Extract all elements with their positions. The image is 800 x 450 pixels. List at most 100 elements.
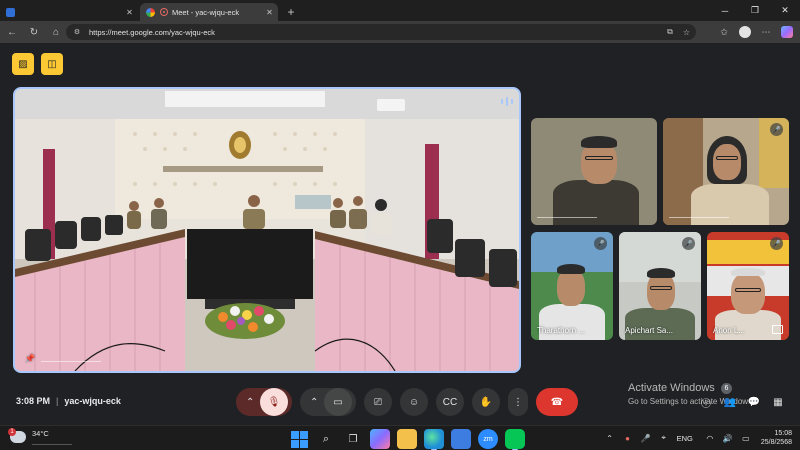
chevron-up-icon[interactable]: ⌃ (603, 429, 617, 447)
cloud-icon: 1 (8, 428, 26, 443)
participant-name: Apichart Sa... (625, 326, 674, 335)
meeting-details-icon[interactable]: ⓘ (696, 394, 716, 410)
system-tray: ⌃ ● 🎤 ⌖ ENG ◠ 🔊 ▭ 15:08 25/8/2568 (599, 429, 792, 447)
task-view-icon[interactable]: ❐ (343, 429, 363, 449)
temperature: 34°C (32, 429, 49, 438)
camera-toggle[interactable]: ⌃ ▭ (300, 388, 356, 416)
meeting-info: 3:08 PM | yac-wjqu-eck (16, 396, 121, 406)
wifi-icon[interactable]: ◠ (703, 429, 717, 447)
end-call-icon: ☎ (550, 396, 564, 408)
captions-button[interactable]: CC (436, 388, 464, 416)
emoji-icon: ☺ (408, 396, 420, 408)
edge-browser-icon[interactable] (424, 429, 444, 450)
clock-time: 15:08 (774, 430, 792, 437)
more-menu-icon[interactable]: ⋯ (757, 22, 775, 42)
mic-off-icon[interactable]: 🎙 (260, 388, 288, 416)
activate-title: Activate Windows (628, 382, 715, 394)
maximize-icon[interactable]: ❐ (740, 0, 770, 21)
browser-tab-1[interactable]: ✕ (0, 3, 138, 21)
profile-avatar[interactable] (736, 22, 754, 42)
minimize-icon[interactable]: ─ (710, 0, 740, 21)
call-controls: ⌃ 🎙 ⌃ ▭ ⎚ ☺ CC ✋ ⋮ ☎ (236, 388, 586, 416)
microphone-icon[interactable]: 🎤 (639, 429, 653, 447)
reload-icon[interactable]: ↻ (24, 22, 44, 42)
meet-favicon-icon (146, 7, 155, 17)
mic-toggle[interactable]: ⌃ 🎙 (236, 388, 292, 416)
mic-muted-icon: 🎤 (594, 237, 607, 250)
host-controls-icon[interactable]: ◫ (41, 53, 63, 75)
open-in-app-icon[interactable]: ⧉ (667, 27, 673, 37)
close-tab-icon[interactable]: ✕ (125, 8, 134, 17)
camera-off-icon[interactable]: ▨ (12, 53, 34, 75)
recording-icon (160, 8, 168, 16)
line-app-icon[interactable] (505, 429, 525, 450)
input-language[interactable]: ENG (677, 434, 693, 443)
window-controls: ─ ❐ ✕ (710, 0, 800, 21)
participant-name (537, 211, 597, 220)
meet-control-bar: 3:08 PM | yac-wjqu-eck ⌃ 🎙 ⌃ ▭ ⎚ ☺ CC ✋ ⋮ … (0, 380, 800, 425)
participant-tile[interactable] (531, 118, 657, 225)
mic-muted-icon: 🎤 (682, 237, 695, 250)
favorites-icon[interactable]: ✩ (715, 22, 733, 42)
people-icon[interactable]: 👥 (720, 394, 740, 410)
participant-tile[interactable]: 🎤 (663, 118, 789, 225)
volume-icon[interactable]: 🔊 (721, 429, 735, 447)
site-info-icon[interactable]: ⚙ (72, 27, 82, 37)
close-tab-icon[interactable]: ✕ (265, 8, 274, 17)
activities-icon[interactable]: ▦ (768, 394, 788, 410)
main-video-tile[interactable]: 📌 (13, 87, 521, 373)
raise-hand-button[interactable]: ✋ (472, 388, 500, 416)
copilot-taskbar-icon[interactable] (370, 429, 390, 449)
weather-widget[interactable]: 1 34°C (8, 428, 72, 445)
store-icon[interactable] (451, 429, 471, 449)
hand-icon: ✋ (479, 396, 493, 408)
address-bar[interactable]: ⚙ https://meet.google.com/yac-wjqu-eck ⧉… (66, 24, 696, 40)
browser-tabbar: ✕ Meet - yac-wjqu-eck ✕ + ─ ❐ ✕ (0, 0, 800, 21)
emoji-reactions-button[interactable]: ☺ (400, 388, 428, 416)
back-arrow-icon[interactable]: ← (2, 22, 22, 42)
side-panel-controls: ⓘ 👥 💬 ▦ (692, 394, 788, 410)
windows-start-icon[interactable] (289, 429, 309, 449)
participant-tile[interactable]: 🎤 Tharathorn ... (531, 232, 613, 340)
bookmark-star-icon[interactable]: ☆ (683, 28, 690, 37)
toolbar-right: ✩ ⋯ (712, 22, 796, 42)
self-view-icon[interactable] (772, 325, 783, 334)
windows-taskbar: 1 34°C ⌕ ❐ zm ⌃ ● 🎤 ⌖ ENG ◠ 🔊 ▭ 15:08 25… (0, 425, 800, 450)
screen: ✕ Meet - yac-wjqu-eck ✕ + ─ ❐ ✕ ← ↻ ⌂ ⚙ … (0, 0, 800, 450)
chat-icon[interactable]: 💬 (744, 394, 764, 410)
new-tab-button[interactable]: + (282, 3, 300, 21)
more-options-button[interactable]: ⋮ (508, 388, 528, 416)
pin-icon[interactable]: 📌 (25, 354, 35, 363)
camera-options-chevron-icon[interactable]: ⌃ (310, 397, 318, 408)
meet-top-icons: ▨ ◫ (12, 53, 70, 75)
taskbar-apps: ⌕ ❐ zm (289, 429, 532, 450)
leave-call-button[interactable]: ☎ (536, 388, 578, 416)
recording-tray-icon[interactable]: ● (621, 429, 635, 447)
mic-options-chevron-icon[interactable]: ⌃ (246, 397, 254, 408)
zoom-icon[interactable]: zm (478, 429, 498, 449)
search-icon[interactable]: ⌕ (316, 429, 336, 449)
battery-icon[interactable]: ▭ (739, 429, 753, 447)
participant-name (669, 211, 729, 220)
meet-stage: ▨ ◫ 📌 🎤 🎤 Tharathorn ... 🎤 Apichart Sa..… (0, 43, 800, 425)
meeting-code[interactable]: yac-wjqu-eck (64, 396, 121, 406)
address-url: https://meet.google.com/yac-wjqu-eck (89, 27, 215, 37)
participant-tile[interactable]: 🎤 Apichart Sa... (619, 232, 701, 340)
browser-tab-meet[interactable]: Meet - yac-wjqu-eck ✕ (140, 3, 278, 21)
weather-badge: 1 (8, 428, 16, 436)
mic-muted-icon: 🎤 (770, 237, 783, 250)
copilot-icon[interactable] (778, 22, 796, 42)
camera-icon[interactable]: ▭ (324, 388, 352, 416)
present-screen-button[interactable]: ⎚ (364, 388, 392, 416)
home-icon[interactable]: ⌂ (46, 22, 66, 42)
site-favicon-icon (6, 7, 15, 17)
tab-title: Meet - yac-wjqu-eck (172, 7, 240, 17)
file-explorer-icon[interactable] (397, 429, 417, 449)
participant-tile[interactable]: 🎤 Anon L... (707, 232, 789, 340)
system-clock[interactable]: 15:08 25/8/2568 (761, 429, 792, 447)
close-window-icon[interactable]: ✕ (770, 0, 800, 21)
location-icon[interactable]: ⌖ (657, 429, 671, 447)
conference-room-video (15, 89, 519, 371)
browser-toolbar: ← ↻ ⌂ ⚙ https://meet.google.com/yac-wjqu… (0, 21, 800, 43)
clock-date: 25/8/2568 (760, 439, 792, 446)
